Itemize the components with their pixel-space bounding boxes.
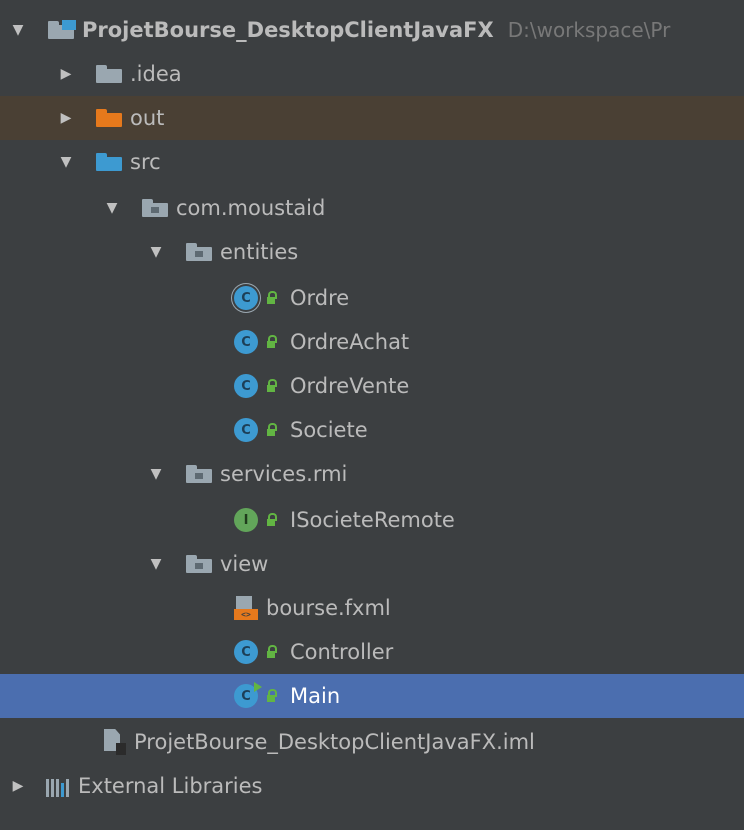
tree-row-main[interactable]: C Main (0, 674, 744, 718)
tree-label-controller: Controller (290, 640, 394, 664)
tree-label-ordreachat: OrdreAchat (290, 330, 410, 354)
tree-row-idea[interactable]: ▶ .idea (0, 52, 744, 96)
tree-row-src[interactable]: ▼ src (0, 140, 744, 184)
tree-label-entities: entities (220, 240, 299, 264)
tree-label-idea: .idea (130, 62, 182, 86)
libraries-icon (46, 775, 70, 797)
triangle-down-icon[interactable]: ▼ (58, 154, 74, 170)
package-icon (186, 243, 212, 261)
tree-label-main: Main (290, 684, 341, 708)
interface-icon: I (234, 508, 258, 532)
tree-label-view: view (220, 552, 269, 576)
tree-label-src: src (130, 150, 161, 174)
tree-row-entities[interactable]: ▼ entities (0, 230, 744, 274)
tree-row-out[interactable]: ▶ out (0, 96, 744, 140)
tree-row-societe[interactable]: C Societe (0, 408, 744, 452)
folder-icon (96, 65, 122, 83)
tree-row-package[interactable]: ▼ com.moustaid (0, 186, 744, 230)
class-icon: C (234, 330, 258, 354)
tree-label-iml: ProjetBourse_DesktopClientJavaFX.iml (134, 730, 535, 754)
source-folder-icon (96, 153, 122, 171)
tree-row-ordreachat[interactable]: C OrdreAchat (0, 320, 744, 364)
class-icon: C (234, 640, 258, 664)
module-folder-icon (48, 20, 76, 39)
tree-label-bourse-fxml: bourse.fxml (266, 596, 391, 620)
project-name: ProjetBourse_DesktopClientJavaFX (82, 18, 494, 42)
project-path: D:\workspace\Pr (507, 18, 671, 42)
tree-row-view[interactable]: ▼ view (0, 542, 744, 586)
tree-row-bourse-fxml[interactable]: <> bourse.fxml (0, 586, 744, 630)
package-icon (186, 555, 212, 573)
lock-icon (266, 335, 278, 349)
runnable-class-icon: C (234, 682, 262, 708)
lock-icon (266, 689, 278, 703)
tree-row-ordre[interactable]: C Ordre (0, 276, 744, 320)
abstract-class-icon: C (234, 286, 258, 310)
tree-row-external-libraries[interactable]: ▶ External Libraries (0, 764, 744, 808)
triangle-right-icon[interactable]: ▶ (58, 110, 74, 126)
triangle-down-icon[interactable]: ▼ (104, 200, 120, 216)
tree-row-controller[interactable]: C Controller (0, 630, 744, 674)
tree-label-isocieteremote: ISocieteRemote (290, 508, 455, 532)
tree-label-package: com.moustaid (176, 196, 326, 220)
tree-row-services[interactable]: ▼ services.rmi (0, 452, 744, 496)
triangle-right-icon[interactable]: ▶ (58, 66, 74, 82)
triangle-down-icon[interactable]: ▼ (148, 466, 164, 482)
lock-icon (266, 379, 278, 393)
class-icon: C (234, 418, 258, 442)
triangle-down-icon[interactable]: ▼ (148, 556, 164, 572)
tree-row-project-root[interactable]: ▼ ProjetBourse_DesktopClientJavaFX D:\wo… (0, 8, 744, 52)
lock-icon (266, 513, 278, 527)
excluded-folder-icon (96, 109, 122, 127)
fxml-file-icon: <> (234, 596, 258, 620)
tree-label-ordrevente: OrdreVente (290, 374, 410, 398)
tree-row-ordrevente[interactable]: C OrdreVente (0, 364, 744, 408)
tree-row-isocieteremote[interactable]: I ISocieteRemote (0, 498, 744, 542)
lock-icon (266, 645, 278, 659)
tree-row-iml[interactable]: ProjetBourse_DesktopClientJavaFX.iml (0, 720, 744, 764)
package-icon (142, 199, 168, 217)
lock-icon (266, 291, 278, 305)
triangle-down-icon[interactable]: ▼ (148, 244, 164, 260)
triangle-down-icon[interactable]: ▼ (10, 22, 26, 38)
tree-label-societe: Societe (290, 418, 368, 442)
tree-label-out: out (130, 106, 165, 130)
project-tree: ▼ ProjetBourse_DesktopClientJavaFX D:\wo… (0, 0, 744, 830)
package-icon (186, 465, 212, 483)
tree-label-services: services.rmi (220, 462, 348, 486)
triangle-right-icon[interactable]: ▶ (10, 778, 26, 794)
class-icon: C (234, 374, 258, 398)
module-file-icon (104, 729, 126, 755)
lock-icon (266, 423, 278, 437)
tree-label-external-libraries: External Libraries (78, 774, 263, 798)
tree-label-ordre: Ordre (290, 286, 350, 310)
